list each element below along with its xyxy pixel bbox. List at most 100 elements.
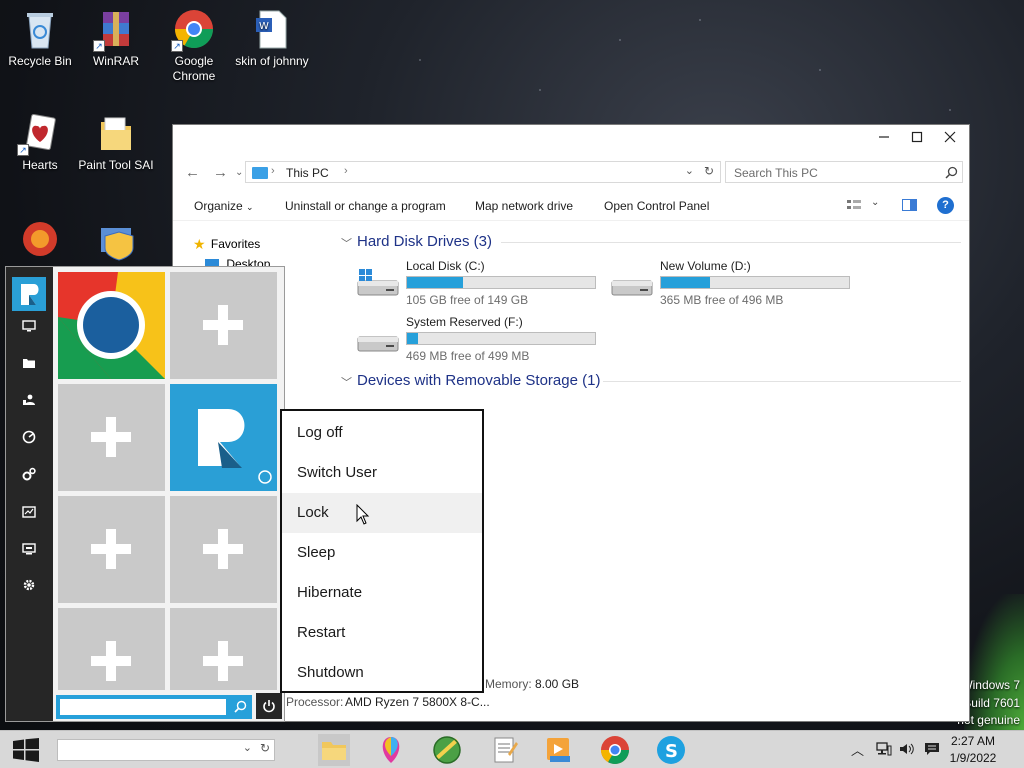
desktop-icon-google-chrome[interactable]: ↗ Google Chrome [156, 8, 232, 84]
close-button[interactable] [939, 129, 961, 149]
maximize-button[interactable] [906, 129, 928, 149]
processor-value: AMD Ryzen 7 5800X 8-C... [345, 695, 490, 709]
paint-tool-sai-icon[interactable] [431, 734, 463, 766]
menu-item-log-off[interactable]: Log off [282, 413, 482, 453]
nav-favorites[interactable]: ★ Favorites [193, 236, 260, 253]
removable-storage-header[interactable]: Devices with Removable Storage (1) [357, 372, 600, 389]
view-options-icon[interactable] [847, 199, 861, 211]
user-logo-icon[interactable] [12, 277, 46, 311]
file-explorer-icon[interactable] [318, 734, 350, 766]
folder-icon [95, 112, 137, 154]
performance-icon[interactable] [17, 501, 41, 525]
start-menu [5, 266, 285, 722]
gears-icon[interactable] [17, 464, 41, 488]
chevron-down-icon[interactable]: ⌄ [243, 741, 252, 754]
desktop-icon-skin-of-johnny[interactable]: W skin of johnny [234, 8, 310, 69]
hard-drive-icon [611, 280, 653, 296]
help-icon[interactable]: ? [937, 197, 954, 214]
clock-date[interactable]: 1/9/2022 [938, 751, 1008, 765]
menu-item-lock[interactable]: Lock [282, 493, 482, 533]
control-panel-icon[interactable] [17, 427, 41, 451]
refresh-icon[interactable]: ↻ [260, 741, 270, 755]
hearts-icon: ↗ [17, 112, 61, 156]
menu-item-switch-user[interactable]: Switch User [282, 453, 482, 493]
uninstall-program-button[interactable]: Uninstall or change a program [285, 199, 446, 213]
windows-drive-icon [357, 269, 399, 296]
desktop-icon-partial[interactable] [2, 218, 78, 264]
start-sidebar [6, 267, 53, 721]
tile-chrome[interactable] [58, 272, 165, 379]
tile-empty[interactable] [58, 608, 165, 690]
preview-pane-icon[interactable] [902, 199, 917, 211]
open-control-panel-button[interactable]: Open Control Panel [604, 199, 709, 213]
tile-empty[interactable] [170, 496, 277, 603]
paint-app-icon[interactable] [375, 734, 407, 766]
shield-icon [97, 220, 139, 262]
windows-start-icon[interactable] [12, 738, 40, 762]
taskbar: ↻ ⌄ S ︿ 2:27 AM 1/9/2022 [0, 730, 1024, 768]
drive-free-space: 105 GB free of 149 GB [406, 293, 529, 307]
media-player-icon[interactable] [542, 734, 574, 766]
start-search-box[interactable] [56, 695, 252, 719]
map-network-drive-button[interactable]: Map network drive [475, 199, 573, 213]
chevron-down-icon: ⌄ [246, 202, 254, 212]
drive-usage-bar [406, 276, 596, 289]
monitor-icon[interactable] [17, 315, 41, 339]
menu-item-sleep[interactable]: Sleep [282, 533, 482, 573]
organize-button[interactable]: Organize ⌄ [194, 199, 254, 213]
svg-text:S: S [665, 741, 678, 762]
mouse-cursor-icon [356, 504, 370, 525]
drive-usage-fill [407, 277, 464, 288]
menu-item-restart[interactable]: Restart [282, 613, 482, 653]
chrome-icon[interactable] [599, 734, 631, 766]
chrome-icon [58, 272, 165, 379]
address-dropdown-icon[interactable]: ⌄ [685, 164, 694, 177]
display-icon[interactable] [17, 538, 41, 562]
show-hidden-icons-icon[interactable]: ︿ [851, 740, 864, 759]
user-icon[interactable] [17, 389, 41, 413]
desktop-icon-recycle-bin[interactable]: Recycle Bin [2, 8, 78, 69]
desktop-icon-hearts[interactable]: ↗ Hearts [2, 112, 78, 173]
menu-item-hibernate[interactable]: Hibernate [282, 573, 482, 613]
clock-time[interactable]: 2:27 AM [938, 734, 1008, 748]
collapse-chevron-icon[interactable]: ﹀ [341, 374, 352, 390]
settings-gear-icon[interactable] [17, 575, 41, 599]
plus-icon [203, 529, 243, 569]
folder-icon[interactable] [17, 352, 41, 376]
address-bar[interactable]: › This PC › ⌄ ↻ [245, 161, 721, 183]
network-icon[interactable] [876, 742, 892, 756]
forward-arrow-icon[interactable]: → [213, 164, 228, 181]
tile-empty[interactable] [58, 384, 165, 491]
collapse-chevron-icon[interactable]: ﹀ [341, 235, 352, 251]
tile-empty[interactable] [58, 496, 165, 603]
tile-empty[interactable] [170, 608, 277, 690]
desktop-icon-partial-shield[interactable] [80, 220, 156, 266]
tile-app-logo[interactable] [170, 384, 277, 491]
recent-chevron-icon[interactable]: ⌄ [235, 167, 243, 178]
desktop-icon-winrar[interactable]: ↗ WinRAR [78, 8, 154, 69]
desktop-icon-paint-tool-sai[interactable]: Paint Tool SAI [78, 112, 154, 173]
tile-empty[interactable] [170, 272, 277, 379]
power-icon [263, 700, 275, 713]
drive-name: System Reserved (F:) [406, 315, 523, 329]
search-box[interactable]: Search This PC [725, 161, 963, 183]
minimize-button[interactable] [873, 129, 895, 149]
menu-item-shutdown[interactable]: Shutdown [282, 653, 482, 693]
search-icon[interactable] [945, 166, 958, 179]
power-button[interactable] [256, 693, 282, 719]
back-arrow-icon[interactable]: ← [185, 164, 200, 181]
title-bar[interactable] [173, 125, 969, 153]
skype-icon[interactable]: S [655, 734, 687, 766]
volume-icon[interactable] [899, 742, 915, 756]
start-search-input[interactable] [60, 699, 226, 715]
hard-disk-drives-header[interactable]: Hard Disk Drives (3) [357, 233, 492, 250]
chrome-icon: ↗ [171, 8, 215, 52]
desktop-icon-label: WinRAR [92, 54, 139, 68]
view-dropdown-icon[interactable]: ⌄ [871, 197, 879, 208]
search-icon[interactable] [234, 700, 247, 713]
refresh-icon[interactable]: ↻ [704, 164, 714, 178]
breadcrumb-this-pc[interactable]: This PC [286, 166, 329, 180]
taskbar-address-combo[interactable]: ↻ ⌄ [57, 739, 275, 761]
notepad-icon[interactable] [488, 734, 520, 766]
plus-icon [91, 641, 131, 681]
